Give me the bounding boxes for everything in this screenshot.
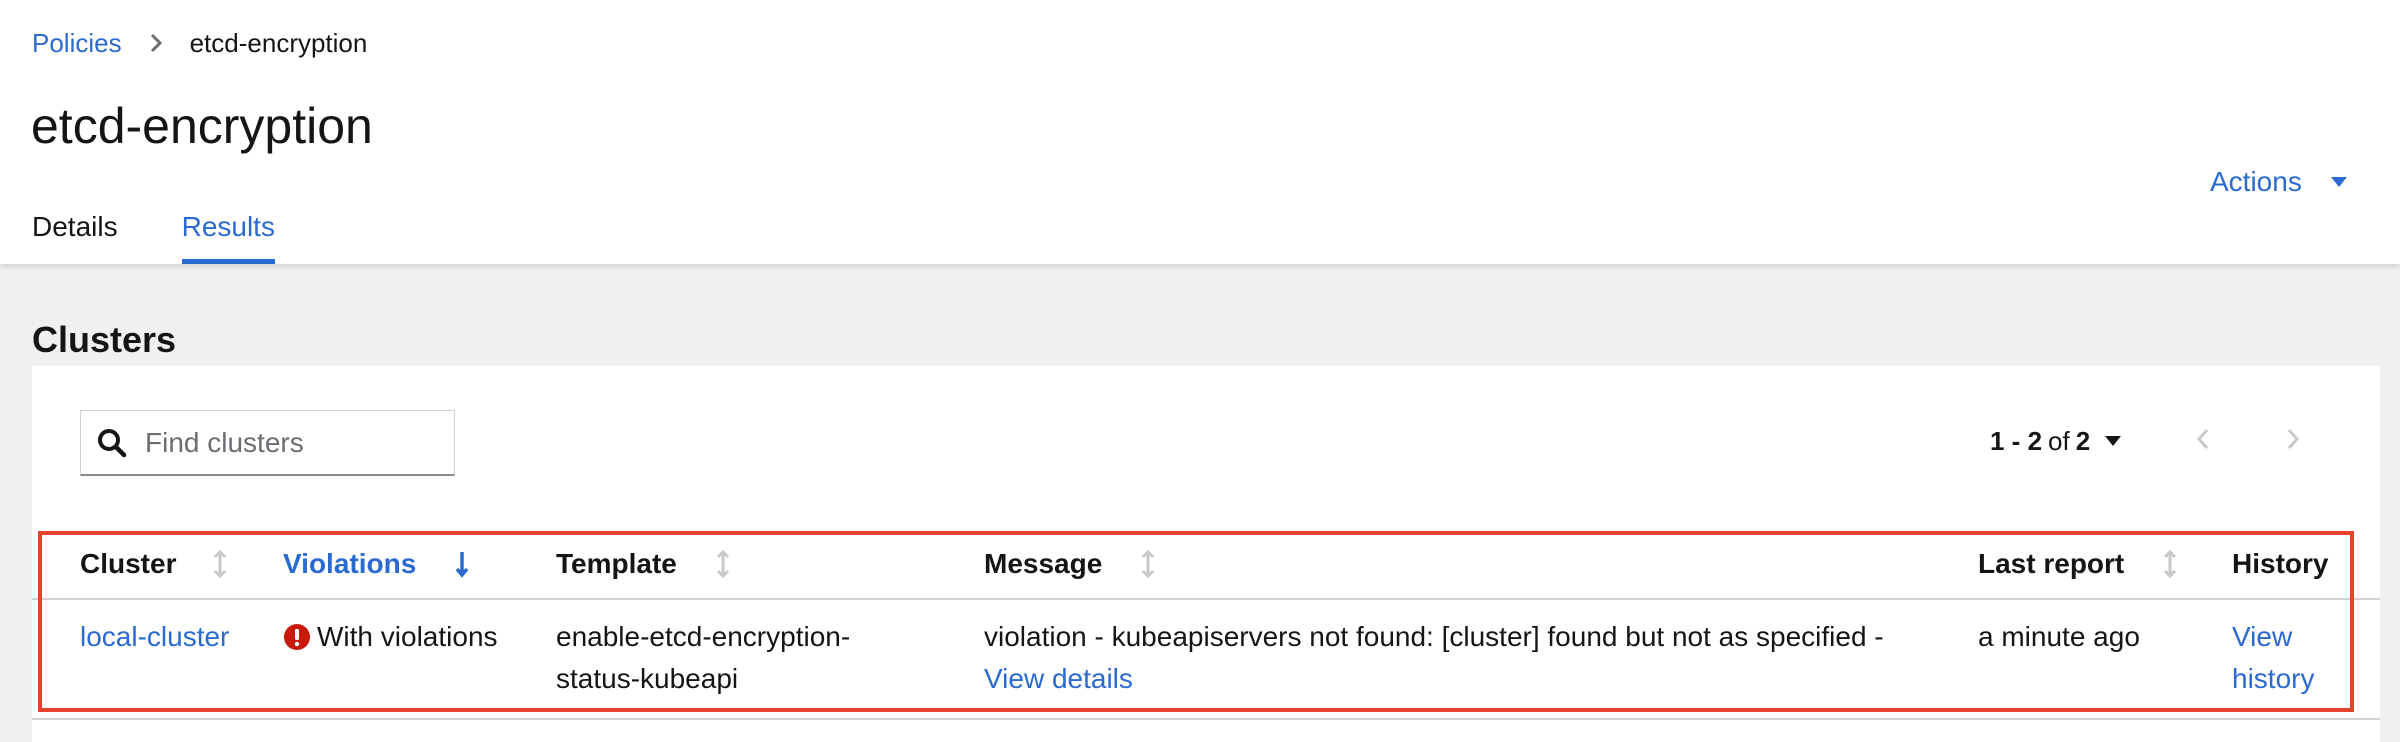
tab-results[interactable]: Results [181, 210, 276, 264]
pagination-of: of [2048, 426, 2070, 456]
column-label: Cluster [80, 548, 177, 579]
template-line-1: enable-etcd-encryption- [556, 621, 851, 652]
pagination-toggle[interactable]: 1 - 2 of 2 [1990, 424, 2126, 458]
page-header: Policies etcd-encryption etcd-encryption… [0, 0, 2400, 264]
template-cell: enable-etcd-encryption- status-kubeapi [556, 616, 850, 700]
sort-icon [1140, 550, 1156, 578]
sort-down-icon [454, 550, 470, 578]
table-header-row: Cluster Violations Template Message Last… [32, 534, 2380, 600]
view-history-line-2: history [2232, 663, 2315, 694]
pagination-range: 1 - 2 [1990, 426, 2043, 456]
breadcrumb-current: etcd-encryption [189, 28, 368, 58]
column-header-message[interactable]: Message [984, 544, 1156, 584]
view-history-line-1: View [2232, 621, 2293, 652]
last-report-cell: a minute ago [1978, 621, 2140, 652]
sort-icon [2162, 550, 2178, 578]
column-header-violations[interactable]: Violations [283, 544, 470, 584]
column-label: Template [556, 548, 677, 579]
tab-bar: Details Results [32, 210, 339, 264]
page-title: etcd-encryption [31, 98, 373, 154]
sort-icon [212, 550, 228, 578]
breadcrumb-policies-link[interactable]: Policies [32, 27, 122, 59]
chevron-right-icon [142, 29, 170, 57]
view-history-link[interactable]: View history [2232, 616, 2314, 700]
column-header-history: History [2232, 544, 2328, 584]
tab-details[interactable]: Details [32, 210, 118, 264]
column-label: History [2232, 548, 2329, 579]
search-icon [97, 428, 127, 458]
message-cell: violation - kubeapiservers not found: [c… [984, 616, 1884, 700]
template-line-2: status-kubeapi [556, 663, 739, 694]
breadcrumb: Policies etcd-encryption [32, 27, 367, 59]
table-row: local-cluster With violations enable-etc… [32, 600, 2380, 720]
sort-icon [715, 550, 731, 578]
column-header-cluster[interactable]: Cluster [80, 544, 228, 584]
search-box[interactable] [80, 410, 455, 476]
violation-status: With violations [283, 616, 498, 658]
message-text: violation - kubeapiservers not found: [c… [984, 621, 1884, 652]
caret-down-icon [2330, 171, 2352, 193]
column-header-last-report[interactable]: Last report [1978, 544, 2178, 584]
previous-page-button[interactable] [2196, 428, 2210, 455]
caret-down-icon [2104, 430, 2126, 452]
actions-label: Actions [2210, 166, 2302, 197]
next-page-button[interactable] [2286, 428, 2300, 455]
cluster-link[interactable]: local-cluster [80, 621, 229, 652]
view-details-link[interactable]: View details [984, 663, 1133, 694]
exclamation-circle-icon [283, 623, 311, 651]
chevron-right-icon [2287, 429, 2300, 449]
column-label: Last report [1978, 548, 2125, 579]
chevron-left-icon [2196, 429, 2209, 449]
history-cell: View history [2232, 616, 2314, 700]
section-title: Clusters [32, 319, 177, 360]
column-header-template[interactable]: Template [556, 544, 731, 584]
search-input[interactable] [145, 426, 425, 459]
actions-dropdown[interactable]: Actions [2210, 165, 2352, 199]
column-label: Message [984, 548, 1103, 579]
violation-label: With violations [317, 621, 498, 652]
pagination-total: 2 [2075, 426, 2091, 456]
column-label: Violations [283, 548, 417, 579]
